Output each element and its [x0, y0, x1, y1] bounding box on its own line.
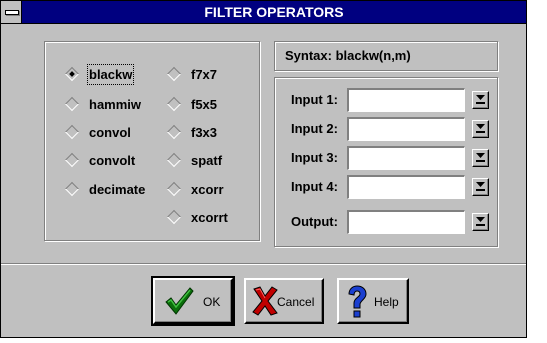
radio-label: xcorrt — [191, 210, 228, 225]
question-mark-icon — [348, 285, 367, 318]
window-title: FILTER OPERATORS — [204, 4, 344, 20]
divider — [1, 263, 526, 265]
input-4-dropdown-button[interactable] — [472, 178, 489, 196]
radio-icon — [64, 96, 80, 112]
down-arrow-bar-icon — [476, 217, 485, 226]
radio-icon — [166, 152, 182, 168]
checkmark-icon — [165, 287, 194, 315]
down-arrow-bar-icon — [476, 153, 485, 162]
radio-label: spatf — [191, 153, 223, 168]
input-4-field[interactable] — [347, 175, 465, 199]
radio-label: f7x7 — [191, 67, 218, 82]
input-2-field[interactable] — [347, 117, 465, 141]
radio-label: f5x5 — [191, 97, 218, 112]
output-dropdown-button[interactable] — [472, 213, 489, 231]
io-group: Input 1: Input 2: Input 3: Input 4: Outp… — [274, 77, 498, 247]
input-1-dropdown-button[interactable] — [472, 91, 489, 109]
ok-button[interactable]: OK — [151, 276, 235, 326]
red-x-icon — [252, 286, 278, 316]
radio-icon — [64, 152, 80, 168]
radio-label: convolt — [89, 153, 136, 168]
radio-icon — [64, 181, 80, 197]
radio-label: f3x3 — [191, 125, 218, 140]
radio-label: xcorr — [191, 182, 224, 197]
output-field[interactable] — [347, 210, 465, 234]
radio-icon — [64, 124, 80, 140]
radio-icon — [166, 181, 182, 197]
radio-label: hammiw — [89, 97, 142, 112]
radio-icon — [166, 209, 182, 225]
help-label: Help — [374, 295, 399, 309]
minus-bar-icon — [5, 10, 19, 15]
radio-selected-icon — [64, 66, 80, 82]
title-bar: FILTER OPERATORS — [1, 1, 526, 24]
radio-icon — [166, 66, 182, 82]
syntax-text: Syntax: blackw(n,m) — [285, 48, 411, 63]
cancel-label: Cancel — [277, 295, 315, 309]
input-2-dropdown-button[interactable] — [472, 120, 489, 138]
radio-icon — [166, 124, 182, 140]
radio-label: blackw — [86, 64, 135, 85]
radio-label: decimate — [89, 182, 146, 197]
help-button[interactable]: Help — [337, 278, 409, 324]
ok-label: OK — [203, 295, 221, 309]
down-arrow-bar-icon — [476, 124, 485, 133]
radio-icon — [166, 96, 182, 112]
system-menu-button[interactable] — [1, 1, 22, 23]
syntax-box: Syntax: blackw(n,m) — [274, 41, 498, 71]
cancel-button[interactable]: Cancel — [244, 278, 324, 324]
operator-group: blackw hammiw convol convolt decimate f7… — [44, 41, 260, 241]
input-1-field[interactable] — [347, 88, 465, 112]
down-arrow-bar-icon — [476, 95, 485, 104]
input-3-field[interactable] — [347, 146, 465, 170]
down-arrow-bar-icon — [476, 182, 485, 191]
filter-operators-dialog: FILTER OPERATORS blackw hammiw convol co… — [0, 0, 527, 338]
radio-label: convol — [89, 125, 131, 140]
input-3-dropdown-button[interactable] — [472, 149, 489, 167]
